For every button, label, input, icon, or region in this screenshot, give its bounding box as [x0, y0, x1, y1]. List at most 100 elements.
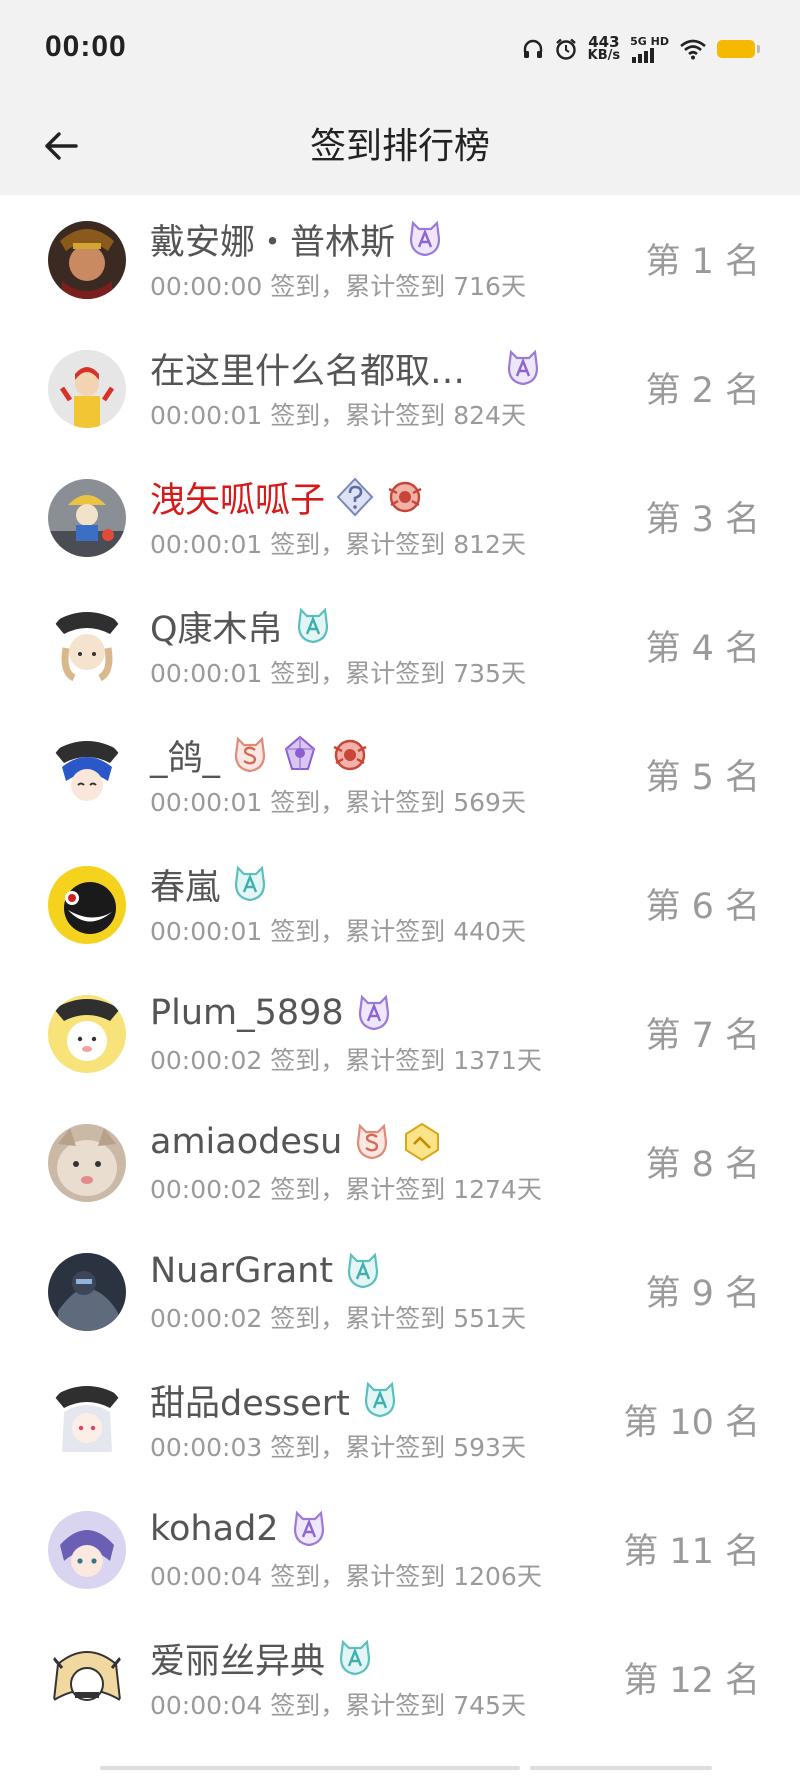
avatar[interactable]	[48, 608, 126, 686]
days-suffix: 天	[500, 1433, 526, 1462]
checkin-info: 00:00:04 签到，累计签到 745天	[150, 1686, 526, 1722]
days-suffix: 天	[516, 1046, 542, 1075]
user-name: amiaodesu	[150, 1122, 343, 1162]
rank-label: 第 7 名	[645, 1016, 760, 1056]
rank-label: 第 4 名	[645, 629, 760, 669]
name-line: 甜品dessert	[150, 1378, 400, 1424]
ranking-row[interactable]: 在这里什么名都取… 00:00:01 签到，累计签到 824天 第 2 名	[0, 324, 800, 453]
page-title: 签到排行榜	[309, 126, 490, 167]
total-label: ，累计签到	[320, 788, 446, 817]
name-line: Plum_5898	[150, 991, 394, 1035]
user-name: _鸽_	[150, 738, 221, 779]
battery-icon	[717, 40, 760, 58]
checkin-time: 00:00:01	[150, 788, 263, 817]
rank-label: 第 10 名	[623, 1403, 760, 1443]
checkin-time: 00:00:00	[150, 272, 263, 301]
days-suffix: 天	[500, 788, 526, 817]
purple-cat-badge-icon	[358, 994, 389, 1031]
total-label: ，累计签到	[320, 1691, 446, 1720]
checkin-time: 00:00:01	[150, 659, 263, 688]
total-label: ，累计签到	[320, 917, 446, 946]
total-label: ，累计签到	[320, 401, 446, 430]
signal-icon	[632, 47, 655, 63]
ranking-row[interactable]: 爱丽丝异典 00:00:04 签到，累计签到 745天 第 12 名	[0, 1614, 800, 1743]
ranking-row[interactable]: NuarGrant 00:00:02 签到，累计签到 551天 第 9 名	[0, 1227, 800, 1356]
checkin-label: 签到	[270, 401, 321, 430]
signal-label: 5G HD	[630, 34, 669, 48]
days-suffix: 天	[500, 401, 526, 430]
avatar[interactable]	[48, 1382, 126, 1460]
status-icons: 443 KB/s 5G HD	[522, 30, 760, 68]
checkin-info: 00:00:01 签到，累计签到 440天	[150, 912, 526, 948]
net-speed: 443 KB/s	[587, 35, 621, 63]
avatar[interactable]	[48, 1511, 126, 1589]
ranking-row[interactable]: _鸽_ 00:00:01 签到，累计签到 569天 第 5 名	[0, 711, 800, 840]
total-label: ，累计签到	[320, 272, 446, 301]
name-line: NuarGrant	[150, 1249, 383, 1293]
red-medal-badge-icon	[333, 739, 367, 771]
avatar[interactable]	[48, 1640, 126, 1718]
days-suffix: 天	[516, 1175, 542, 1204]
checkin-label: 签到	[270, 1691, 321, 1720]
avatar[interactable]	[48, 737, 126, 815]
checkin-time: 00:00:01	[150, 917, 263, 946]
days-suffix: 天	[500, 917, 526, 946]
rank-label: 第 12 名	[623, 1661, 760, 1701]
teal-cat-badge-icon	[234, 865, 266, 902]
user-name: kohad2	[150, 1509, 279, 1549]
ranking-row[interactable]: Q康木帛 00:00:01 签到，累计签到 735天 第 4 名	[0, 582, 800, 711]
total-days: 569	[453, 788, 501, 817]
net-speed-unit: KB/s	[587, 48, 621, 63]
total-label: ，累计签到	[320, 1433, 446, 1462]
teal-cat-badge-icon	[297, 607, 328, 644]
teal-cat-badge-icon	[339, 1639, 371, 1676]
checkin-info: 00:00:01 签到，累计签到 824天	[150, 396, 526, 432]
total-days: 745	[453, 1691, 501, 1720]
checkin-label: 签到	[270, 1562, 321, 1591]
checkin-time: 00:00:01	[150, 530, 263, 559]
total-days: 1274	[453, 1175, 517, 1204]
avatar[interactable]	[48, 479, 126, 557]
partial-row-divider	[100, 1766, 520, 1770]
user-name: 春嵐	[150, 867, 221, 908]
ranking-row[interactable]: amiaodesu 00:00:02 签到，累计签到 1274天 第 8 名	[0, 1098, 800, 1227]
ranking-list: 戴安娜・普林斯 00:00:00 签到，累计签到 716天 第 1 名 在这里什…	[0, 195, 800, 1743]
total-days: 1206	[453, 1562, 517, 1591]
diamond-question-badge-icon	[336, 477, 374, 517]
user-name: 在这里什么名都取…	[150, 351, 466, 392]
avatar[interactable]	[48, 866, 126, 944]
status-time: 00:00	[45, 30, 127, 63]
total-days: 735	[453, 659, 501, 688]
avatar[interactable]	[48, 1253, 126, 1331]
avatar[interactable]	[48, 1124, 126, 1202]
ranking-row[interactable]: 春嵐 00:00:01 签到，累计签到 440天 第 6 名	[0, 840, 800, 969]
total-label: ，累计签到	[320, 1304, 446, 1333]
checkin-info: 00:00:03 签到，累计签到 593天	[150, 1428, 526, 1464]
purple-cat-badge-icon	[293, 1510, 324, 1547]
pink-s-badge-icon	[357, 1123, 388, 1160]
ranking-row[interactable]: kohad2 00:00:04 签到，累计签到 1206天 第 11 名	[0, 1485, 800, 1614]
checkin-label: 签到	[270, 917, 321, 946]
rank-label: 第 11 名	[623, 1532, 760, 1572]
total-label: ，累计签到	[320, 1046, 446, 1075]
rank-label: 第 9 名	[645, 1274, 760, 1314]
avatar[interactable]	[48, 995, 126, 1073]
gold-hex-badge-icon	[405, 1122, 440, 1162]
ranking-row[interactable]: 戴安娜・普林斯 00:00:00 签到，累计签到 716天 第 1 名	[0, 195, 800, 324]
rank-label: 第 5 名	[645, 758, 760, 798]
alarm-icon	[555, 38, 576, 60]
checkin-label: 签到	[270, 272, 321, 301]
ranking-row[interactable]: Plum_5898 00:00:02 签到，累计签到 1371天 第 7 名	[0, 969, 800, 1098]
rank-label: 第 3 名	[645, 500, 760, 540]
user-name: 爱丽丝异典	[150, 1641, 326, 1682]
checkin-info: 00:00:01 签到，累计签到 569天	[150, 783, 526, 819]
total-days: 812	[453, 530, 501, 559]
avatar[interactable]	[48, 350, 126, 428]
ranking-row[interactable]: 洩矢呱呱子 00:00:01 签到，累计签到 812天 第 3 名	[0, 453, 800, 582]
ranking-row[interactable]: 甜品dessert 00:00:03 签到，累计签到 593天 第 10 名	[0, 1356, 800, 1485]
name-line: 洩矢呱呱子	[150, 475, 425, 521]
total-days: 440	[453, 917, 501, 946]
teal-cat-badge-icon	[364, 1381, 395, 1418]
avatar[interactable]	[48, 221, 126, 299]
rank-label: 第 8 名	[645, 1145, 760, 1185]
